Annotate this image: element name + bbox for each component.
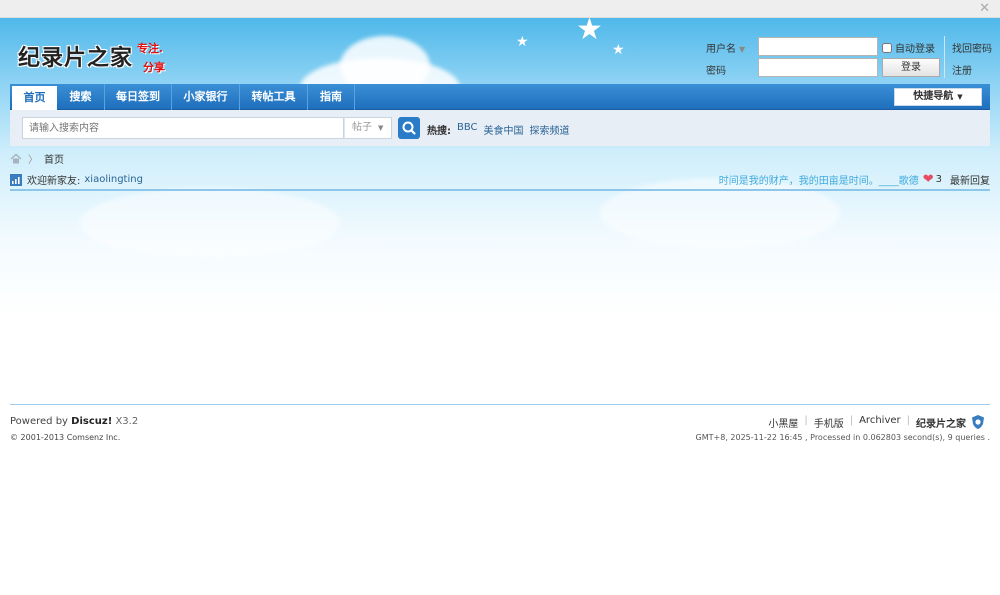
hot-link[interactable]: 探索频道 [530, 122, 570, 137]
heart-icon[interactable]: ❤ [923, 173, 934, 186]
auto-login-check[interactable] [882, 42, 892, 53]
welcome-line: 欢迎新家友: xiaolingting [10, 172, 143, 187]
logo-title: 纪录片之家 [18, 45, 134, 71]
logo-tagline-1: 专注. [137, 42, 163, 55]
breadcrumb-separator: 〉 [28, 155, 38, 166]
find-password-link[interactable]: 找回密码 [952, 40, 992, 55]
password-field[interactable] [758, 58, 878, 77]
discuz-link[interactable]: Discuz! [71, 416, 112, 427]
password-label: 密码 [706, 66, 726, 77]
like-count: 3 [935, 174, 942, 185]
search-type-select[interactable]: 帖子 ▼ [344, 117, 392, 139]
new-member-link[interactable]: xiaolingting [84, 174, 143, 185]
footer-links: 小黑屋 | 手机版 | Archiver | 纪录片之家 [768, 415, 966, 430]
hot-searches: 热搜: BBC 美食中国 探索频道 [427, 122, 576, 137]
window-strip: ✕ [0, 0, 1000, 18]
chevron-down-icon: ▼ [739, 45, 746, 54]
username-field[interactable] [758, 37, 878, 56]
stats-icon [10, 173, 22, 186]
register-link[interactable]: 注册 [952, 62, 972, 77]
logo-tagline-2: 分享 [143, 61, 166, 74]
login-button[interactable]: 登录 [882, 58, 940, 77]
latest-replies-link[interactable]: 最新回复 [950, 172, 990, 187]
hot-link[interactable]: 美食中国 [484, 122, 524, 137]
search-button[interactable] [398, 117, 420, 139]
footer-divider [10, 404, 990, 405]
nav-item-search[interactable]: 搜索 [57, 84, 105, 110]
breadcrumb-current[interactable]: 首页 [44, 151, 64, 166]
nav-item-guide[interactable]: 指南 [308, 84, 355, 110]
announcement: 时间是我的财产，我的田亩是时间。____歌德 ❤ 3 最新回复 [719, 172, 990, 188]
auto-login-checkbox[interactable]: 自动登录 [882, 40, 935, 55]
welcome-text: 欢迎新家友: [27, 176, 81, 187]
chevron-down-icon: ▼ [957, 93, 963, 101]
star-decoration: ★ [576, 18, 603, 47]
copyright: © 2001-2013 Comsenz Inc. [10, 433, 121, 442]
powered-by: Powered by Discuz! X3.2 [10, 416, 139, 427]
pipe-separator: | [804, 415, 808, 426]
pipe-separator: | [906, 415, 910, 426]
nav-item-bank[interactable]: 小家银行 [172, 84, 240, 110]
motto-link[interactable]: 时间是我的财产，我的田亩是时间。____歌德 [719, 172, 919, 187]
footer-link-archiver[interactable]: Archiver [859, 415, 901, 430]
divider [944, 36, 945, 78]
home-icon[interactable] [10, 153, 22, 164]
quick-nav-button[interactable]: 快捷导航 ▼ [894, 88, 982, 106]
shield-icon[interactable] [970, 414, 986, 430]
hot-label: 热搜: [427, 126, 451, 137]
chevron-down-icon: ▼ [378, 124, 384, 132]
close-icon[interactable]: ✕ [979, 1, 990, 16]
star-decoration: ★ [516, 34, 529, 50]
nav-item-repost-tool[interactable]: 转帖工具 [240, 84, 308, 110]
search-input[interactable] [22, 117, 344, 139]
search-bar: 帖子▼ 热搜: BBC 美食中国 探索频道 [10, 110, 990, 146]
footer-link-blacklist[interactable]: 小黑屋 [768, 415, 798, 430]
footer-link-mobile[interactable]: 手机版 [814, 415, 844, 430]
username-label[interactable]: 用户名 ▼ [706, 40, 745, 55]
hot-link[interactable]: BBC [457, 122, 478, 137]
content-divider [10, 189, 990, 191]
site-logo[interactable]: 纪录片之家 专注. 分享 [18, 40, 165, 75]
login-form: 用户名 ▼ 密码 自动登录 登录 找回密码 注册 [706, 36, 996, 80]
main-nav: 首页 搜索 每日签到 小家银行 转帖工具 指南 快捷导航 ▼ [10, 84, 990, 110]
search-icon [402, 121, 416, 135]
footer-link-site[interactable]: 纪录片之家 [916, 415, 966, 430]
nav-item-home[interactable]: 首页 [12, 86, 57, 110]
star-decoration: ★ [612, 42, 625, 58]
pipe-separator: | [849, 415, 854, 426]
nav-item-checkin[interactable]: 每日签到 [105, 84, 172, 110]
breadcrumb: 〉 首页 [10, 151, 64, 166]
processing-info: GMT+8, 2025-11-22 16:45 , Processed in 0… [695, 433, 990, 442]
